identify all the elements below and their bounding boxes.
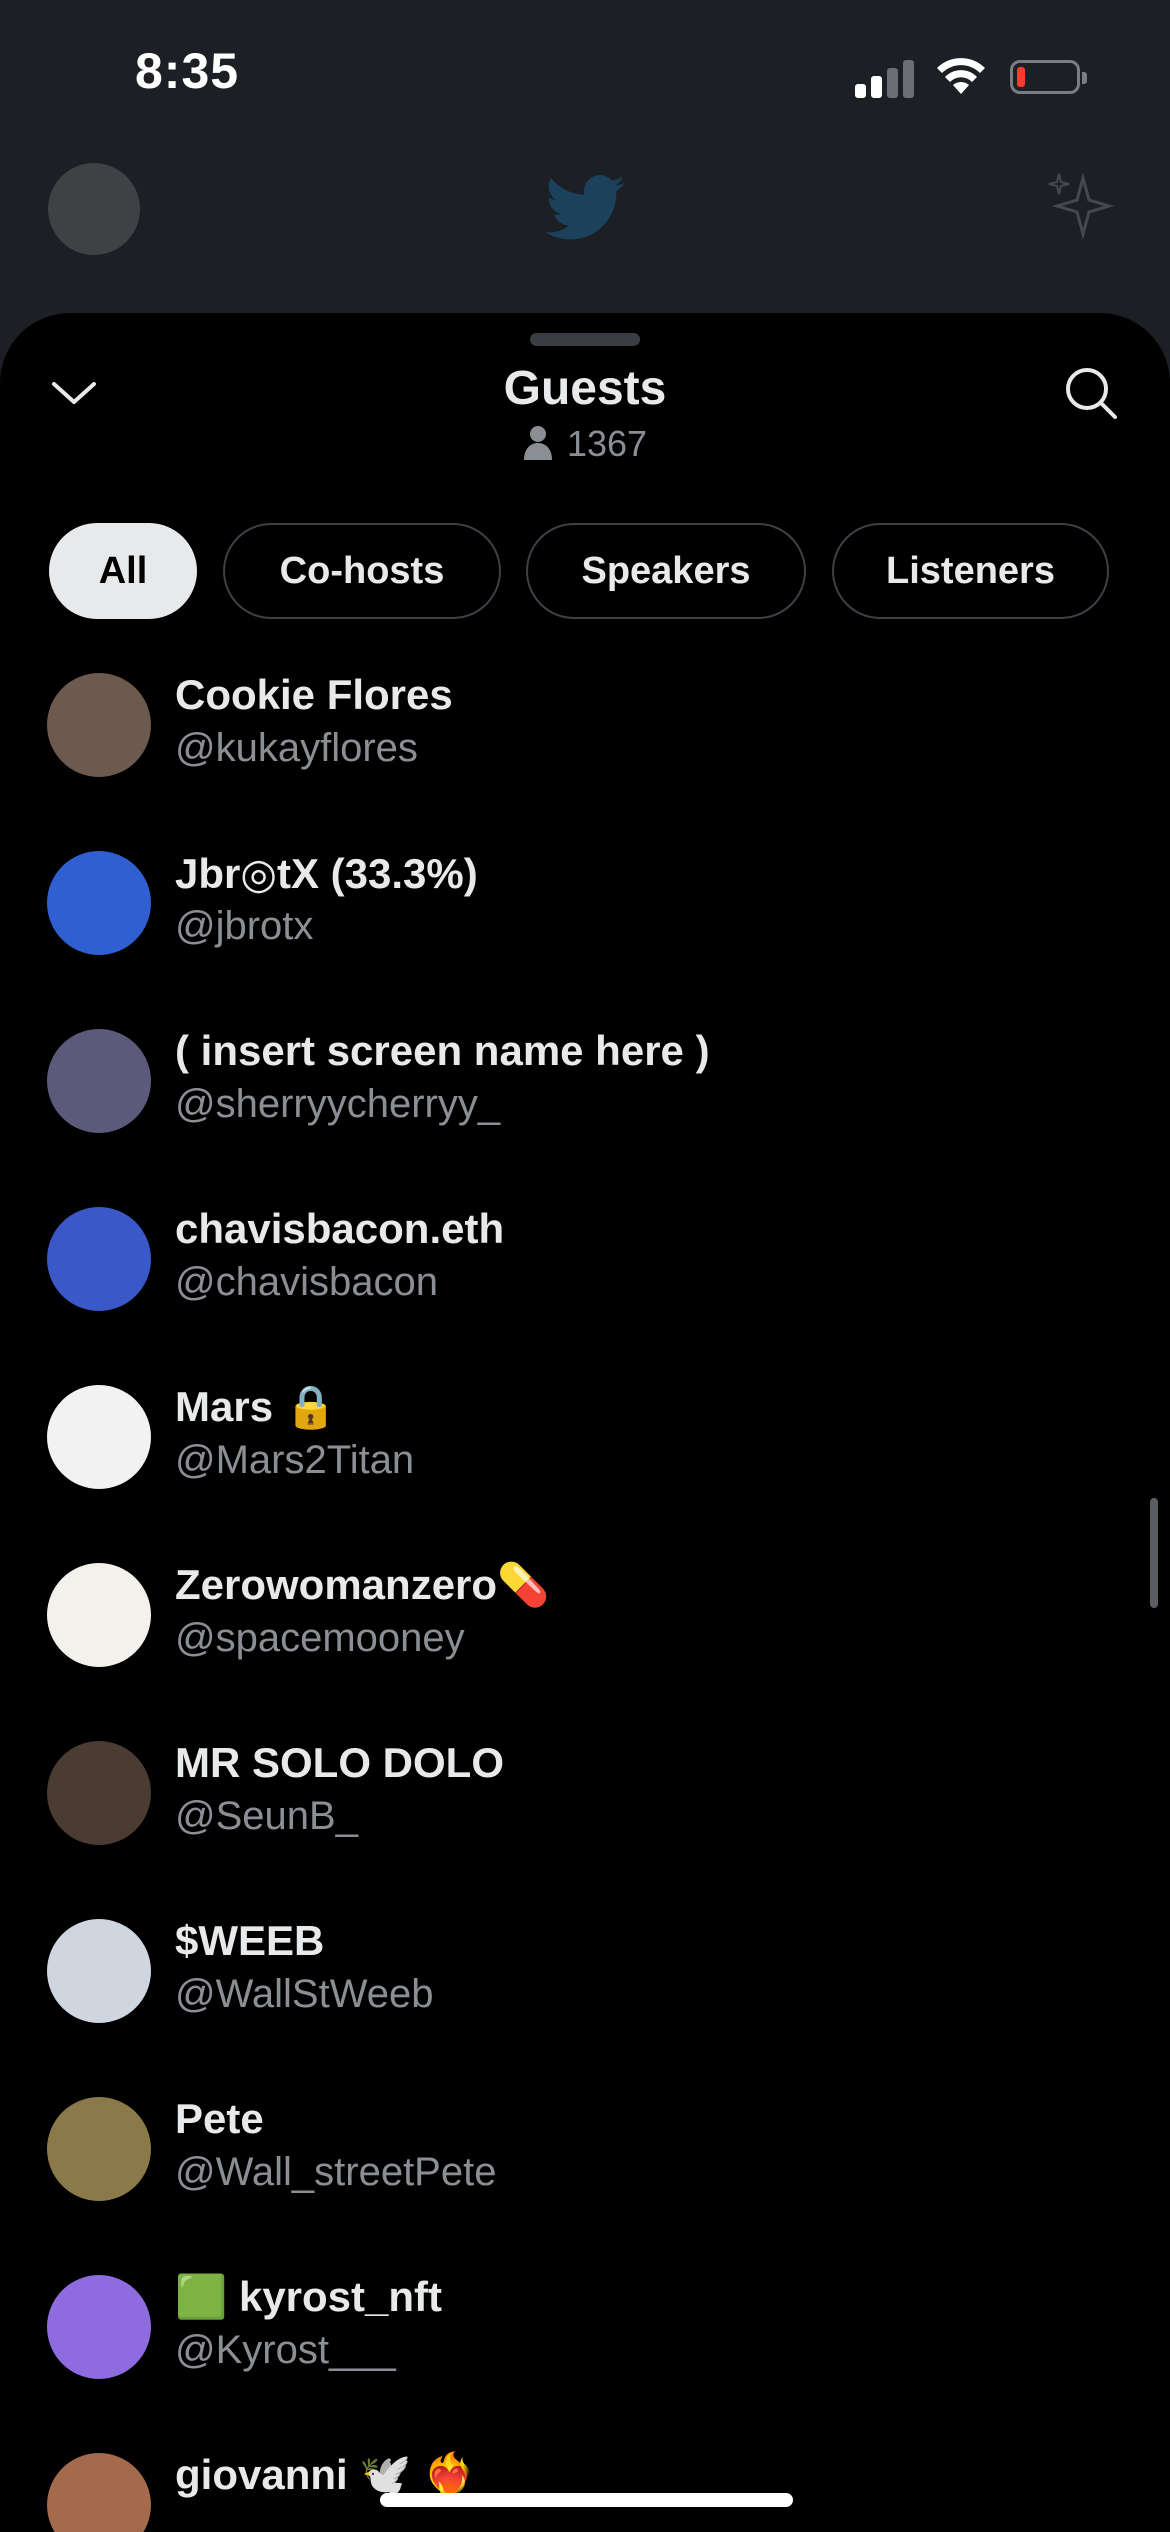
status-time: 8:35 xyxy=(135,43,240,99)
avatar[interactable] xyxy=(47,851,151,955)
guest-handle: @chavisbacon xyxy=(175,1260,438,1304)
person-icon xyxy=(523,426,552,460)
cellular-signal-icon xyxy=(855,58,915,98)
guest-handle: @kukayflores xyxy=(175,726,418,770)
guest-handle: @spacemooney xyxy=(175,1616,465,1660)
guest-name: $WEEB xyxy=(175,1917,325,1964)
sheet-grabber[interactable] xyxy=(530,333,640,346)
guest-name: Mars 🔒 xyxy=(175,1383,338,1430)
guests-sheet: Guests 1367 All Co-hosts Speakers Listen… xyxy=(0,313,1170,2532)
twitter-bird-icon xyxy=(545,175,625,240)
list-item[interactable]: MR SOLO DOLO @SeunB_ xyxy=(0,1739,1170,1919)
guest-name: Cookie Flores xyxy=(175,671,453,718)
avatar[interactable] xyxy=(47,1029,151,1133)
profile-avatar xyxy=(48,163,140,255)
list-item[interactable]: Zerowomanzero💊 @spacemooney xyxy=(0,1561,1170,1741)
guest-name: MR SOLO DOLO xyxy=(175,1739,504,1786)
list-item[interactable]: Cookie Flores @kukayflores xyxy=(0,671,1170,851)
sheet-title: Guests xyxy=(503,362,667,415)
status-bar: 8:35 xyxy=(0,0,1170,150)
guest-handle: @Wall_streetPete xyxy=(175,2150,497,2194)
list-item[interactable]: Pete @Wall_streetPete xyxy=(0,2095,1170,2275)
battery-icon xyxy=(1010,60,1087,94)
guest-name: Pete xyxy=(175,2095,264,2142)
guest-name: Jbr◎tX (33.3%) xyxy=(175,850,478,897)
guest-handle: @SeunB_ xyxy=(175,1794,358,1838)
filter-all[interactable]: All xyxy=(49,523,197,619)
background-header xyxy=(0,150,1170,310)
avatar[interactable] xyxy=(47,1385,151,1489)
guest-count: 1367 xyxy=(0,423,1170,465)
avatar[interactable] xyxy=(47,2275,151,2379)
filter-co-hosts[interactable]: Co-hosts xyxy=(223,523,501,619)
list-item[interactable]: 🟩 kyrost_nft @Kyrost___ xyxy=(0,2273,1170,2453)
avatar[interactable] xyxy=(47,1563,151,1667)
home-indicator[interactable] xyxy=(380,2493,793,2507)
avatar[interactable] xyxy=(47,2097,151,2201)
list-item[interactable]: Mars 🔒 @Mars2Titan xyxy=(0,1383,1170,1563)
avatar[interactable] xyxy=(47,1741,151,1845)
avatar[interactable] xyxy=(47,1919,151,2023)
guest-handle: @sherryycherryy_ xyxy=(175,1082,501,1126)
filter-listeners[interactable]: Listeners xyxy=(832,523,1109,619)
filter-speakers[interactable]: Speakers xyxy=(526,523,806,619)
guest-name: Zerowomanzero💊 xyxy=(175,1561,550,1608)
guest-handle: @jbrotx xyxy=(175,904,314,948)
guest-handle: @WallStWeeb xyxy=(175,1972,434,2016)
sparkle-icon xyxy=(1048,172,1115,240)
scrollbar[interactable] xyxy=(1150,1498,1158,1608)
guest-name: 🟩 kyrost_nft xyxy=(175,2273,443,2320)
guest-handle: @Kyrost___ xyxy=(175,2328,396,2372)
guest-name: ( insert screen name here ) xyxy=(175,1027,710,1074)
list-item[interactable]: Jbr◎tX (33.3%) @jbrotx xyxy=(0,850,1170,1029)
guest-count-value: 1367 xyxy=(566,423,648,464)
guest-handle: @Mars2Titan xyxy=(175,1438,415,1482)
guest-name: chavisbacon.eth xyxy=(175,1205,505,1252)
avatar[interactable] xyxy=(47,2453,151,2532)
list-item[interactable]: $WEEB @WallStWeeb xyxy=(0,1917,1170,2097)
wifi-icon xyxy=(937,58,985,94)
avatar[interactable] xyxy=(47,673,151,777)
list-item[interactable]: ( insert screen name here ) @sherryycher… xyxy=(0,1027,1170,1207)
list-item[interactable]: chavisbacon.eth @chavisbacon xyxy=(0,1205,1170,1385)
search-icon[interactable] xyxy=(1063,365,1119,421)
avatar[interactable] xyxy=(47,1207,151,1311)
